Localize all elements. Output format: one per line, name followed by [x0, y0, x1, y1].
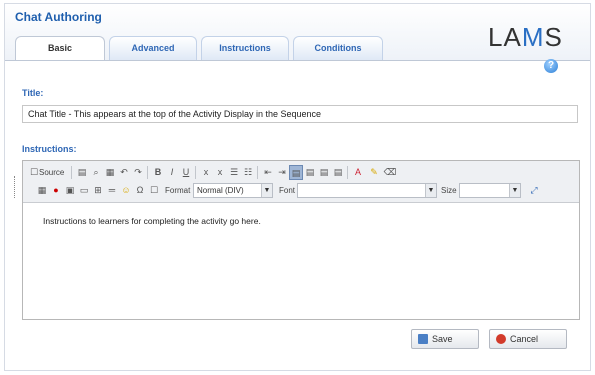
table-icon[interactable]: ▦: [35, 183, 49, 198]
format-select-value: Normal (DIV): [197, 186, 244, 195]
help-icon[interactable]: ?: [544, 59, 558, 73]
smiley-icon[interactable]: ☺: [119, 183, 133, 198]
content-divider: [5, 60, 590, 61]
outdent-icon[interactable]: ⇤: [261, 165, 275, 180]
redo-icon[interactable]: ↷: [131, 165, 145, 180]
header: Chat Authoring LAMS Basic Advanced Instr…: [5, 4, 590, 61]
chevron-down-icon: ▼: [261, 184, 272, 197]
toolbar-separator: [71, 166, 72, 179]
chevron-down-icon: ▼: [509, 184, 520, 197]
format-label: Format: [165, 186, 191, 195]
format-select[interactable]: Normal (DIV) ▼: [193, 183, 273, 198]
table-insert-icon[interactable]: ⊞: [91, 183, 105, 198]
page-break-icon[interactable]: ☐: [147, 183, 161, 198]
find-icon[interactable]: ⌕: [89, 165, 103, 180]
anchor-icon[interactable]: ●: [49, 183, 63, 198]
lams-logo: LAMS: [488, 22, 563, 53]
logo-middle: M: [521, 22, 545, 52]
toolbar-separator: [257, 166, 258, 179]
chevron-down-icon: ▼: [425, 184, 436, 197]
preview-icon[interactable]: ▤: [75, 165, 89, 180]
flash-icon[interactable]: ▭: [77, 183, 91, 198]
source-button[interactable]: Source: [39, 165, 64, 180]
text-color-icon[interactable]: A: [351, 165, 365, 180]
undo-icon[interactable]: ↶: [117, 165, 131, 180]
save-label: Save: [432, 334, 453, 344]
cancel-icon: [496, 334, 506, 344]
image-icon[interactable]: ▣: [63, 183, 77, 198]
size-label: Size: [441, 186, 457, 195]
title-input[interactable]: [22, 105, 578, 123]
title-label: Title:: [22, 88, 44, 98]
rich-text-editor: ☐ Source ▤ ⌕ ▦ ↶ ↷ B I U x x ☰ ☷ ⇤ ⇥ ▤ ▤…: [22, 160, 580, 320]
toolbar-separator: [147, 166, 148, 179]
font-label: Font: [279, 186, 296, 195]
toolbar-separator: [195, 166, 196, 179]
save-button[interactable]: Save: [411, 329, 479, 349]
italic-icon[interactable]: I: [165, 165, 179, 180]
toolbar-separator: [347, 166, 348, 179]
instructions-label: Instructions:: [22, 144, 77, 154]
size-select[interactable]: ▼: [459, 183, 521, 198]
app-title: Chat Authoring: [15, 10, 102, 24]
bold-icon[interactable]: B: [151, 165, 165, 180]
remove-format-icon[interactable]: ⌫: [383, 165, 397, 180]
align-right-icon[interactable]: ▤: [317, 165, 331, 180]
tab-advanced[interactable]: Advanced: [109, 36, 197, 60]
numbered-list-icon[interactable]: ☰: [227, 165, 241, 180]
paste-icon[interactable]: ▦: [103, 165, 117, 180]
logo-right: S: [544, 22, 563, 52]
special-char-icon[interactable]: Ω: [133, 183, 147, 198]
bulleted-list-icon[interactable]: ☷: [241, 165, 255, 180]
subscript-icon[interactable]: x: [199, 165, 213, 180]
horizontal-rule-icon[interactable]: ═: [105, 183, 119, 198]
editor-toolbar: ☐ Source ▤ ⌕ ▦ ↶ ↷ B I U x x ☰ ☷ ⇤ ⇥ ▤ ▤…: [23, 161, 579, 203]
align-center-icon[interactable]: ▤: [303, 165, 317, 180]
tab-conditions[interactable]: Conditions: [293, 36, 383, 60]
cancel-label: Cancel: [510, 334, 539, 344]
underline-icon[interactable]: U: [179, 165, 193, 180]
cancel-button[interactable]: Cancel: [489, 329, 567, 349]
tab-instructions[interactable]: Instructions: [201, 36, 289, 60]
superscript-icon[interactable]: x: [213, 165, 227, 180]
editor-content[interactable]: Instructions to learners for completing …: [43, 216, 261, 226]
font-select[interactable]: ▼: [297, 183, 437, 198]
tab-basic[interactable]: Basic: [15, 36, 105, 61]
logo-left: LA: [488, 22, 522, 52]
justify-icon[interactable]: ▤: [331, 165, 345, 180]
save-icon: [418, 334, 428, 344]
maximize-icon[interactable]: ⤢: [527, 183, 541, 198]
align-left-icon[interactable]: ▤: [289, 165, 303, 180]
toolbar-collapse-handle[interactable]: [14, 176, 18, 198]
background-color-icon[interactable]: ✎: [367, 165, 381, 180]
indent-icon[interactable]: ⇥: [275, 165, 289, 180]
